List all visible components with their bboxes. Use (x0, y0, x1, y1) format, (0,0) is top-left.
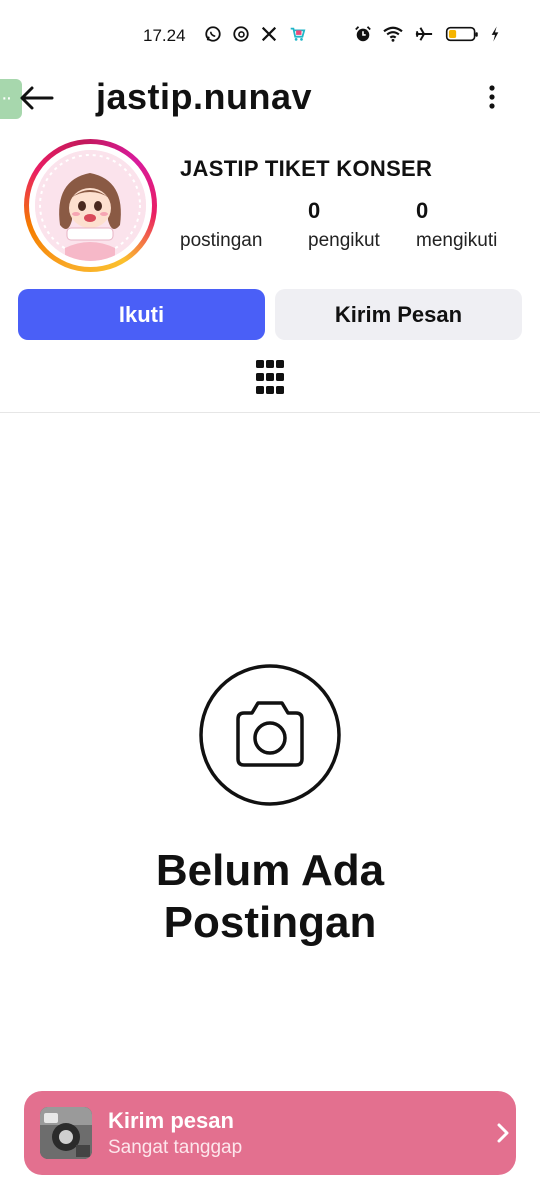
posts-label: postingan (180, 230, 263, 251)
story-ring[interactable] (24, 139, 157, 272)
display-name: JASTIP TIKET KONSER (180, 156, 433, 181)
stat-followers[interactable]: 0 pengikut (308, 198, 380, 252)
status-right-icons (354, 25, 500, 43)
chevron-right-icon (497, 1123, 509, 1143)
posts-grid-icon[interactable] (256, 360, 284, 394)
shop-icon (290, 27, 306, 41)
banner-thumbnail (40, 1107, 92, 1159)
avatar-illustration (35, 150, 146, 261)
status-bar: 17.24 (0, 0, 540, 72)
tab-divider (0, 412, 540, 413)
banner-subtitle: Sangat tanggap (108, 1137, 243, 1158)
charging-icon (491, 26, 499, 42)
threads-icon (233, 26, 249, 42)
following-count: 0 (416, 198, 429, 223)
empty-title-line2: Postingan (163, 898, 377, 947)
battery-icon (445, 26, 478, 42)
x-icon (261, 26, 277, 42)
following-label: mengikuti (416, 230, 498, 251)
more-options-icon[interactable] (480, 82, 504, 114)
empty-state-title: Belum Ada Postingan (0, 845, 540, 949)
stat-following[interactable]: 0 mengikuti (416, 198, 497, 252)
banner-title: Kirim pesan (108, 1108, 234, 1133)
followers-label: pengikut (308, 230, 380, 251)
stat-posts[interactable]: postingan (180, 230, 262, 252)
follow-button[interactable]: Ikuti (18, 289, 265, 340)
status-time: 17.24 (143, 26, 186, 45)
back-arrow-icon[interactable] (18, 80, 54, 116)
profile-username: jastip.nunav (96, 76, 313, 117)
followers-count: 0 (308, 198, 321, 223)
send-message-button[interactable]: Kirim Pesan (275, 289, 522, 340)
airplane-icon (415, 27, 433, 41)
empty-title-line1: Belum Ada (155, 846, 385, 895)
whatsapp-icon (205, 26, 221, 42)
wifi-icon (383, 26, 403, 42)
avatar[interactable] (35, 150, 146, 261)
status-left-icons (204, 25, 306, 43)
send-message-banner[interactable]: Kirim pesan Sangat tanggap (24, 1091, 516, 1175)
alarm-icon (355, 26, 371, 42)
camera-icon (199, 664, 341, 806)
profile-header: jastip.nunav (0, 72, 540, 124)
